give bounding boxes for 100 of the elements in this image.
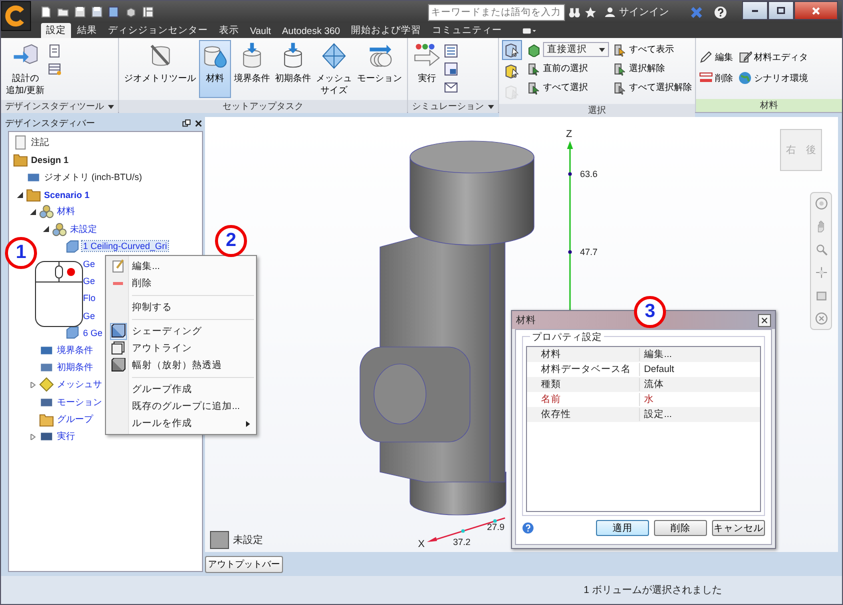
tree-item[interactable]: 実行 [56, 430, 76, 444]
steering-wheel-icon[interactable] [814, 197, 828, 210]
setup-task-button[interactable]: ジオメトリツール [122, 40, 198, 98]
output-bar-button[interactable]: アウトプットバー [205, 556, 283, 572]
open-folder-icon[interactable] [57, 6, 69, 18]
selection-mode-button[interactable] [502, 40, 522, 60]
tree-item[interactable]: 注記 [30, 136, 50, 150]
binoculars-icon[interactable] [568, 6, 581, 18]
property-value[interactable]: 流体 [640, 378, 664, 391]
property-value[interactable]: 設定... [640, 408, 672, 421]
selection-mode-dropdown[interactable]: 直接選択 [543, 42, 609, 57]
ribbon-tab[interactable]: 設定 [41, 23, 71, 38]
search-field[interactable]: キーワードまたは語句を入力 [428, 4, 565, 20]
context-menu-item[interactable]: 既存のグループに追加... [106, 398, 256, 415]
expander-icon[interactable] [30, 208, 36, 215]
run-button[interactable]: 実行 [411, 40, 443, 98]
ribbon-tab[interactable]: 開始および学習 [346, 23, 426, 38]
ribbon-tab[interactable]: Autodesk 360 [276, 25, 346, 38]
star-icon[interactable] [584, 6, 597, 18]
expander-icon[interactable] [17, 192, 23, 198]
selection-command[interactable]: すべて選択解除 [613, 78, 692, 97]
dialog-button[interactable]: 適用 [596, 520, 649, 536]
zoom-icon[interactable] [814, 243, 828, 256]
selection-command[interactable]: 直前の選択 [527, 59, 609, 78]
material-command[interactable]: シナリオ環境 [738, 71, 808, 85]
float-icon[interactable] [182, 119, 191, 128]
context-menu-item[interactable]: アウトライン [106, 340, 256, 357]
minimize-button[interactable] [742, 1, 768, 20]
tree-item[interactable]: モーション [56, 396, 103, 409]
list-icon[interactable] [444, 44, 458, 58]
tree-item[interactable]: グループ [56, 412, 94, 426]
tree-item[interactable]: Flo [82, 293, 97, 304]
dialog-button[interactable]: キャンセル [712, 520, 765, 536]
walk-icon[interactable] [814, 312, 828, 325]
ribbon-tab[interactable]: 結果 [72, 23, 102, 38]
tree-item[interactable]: Ge [82, 310, 96, 321]
tree-item[interactable]: 材料 [56, 205, 76, 218]
selection-command[interactable]: すべて表示 [613, 40, 692, 59]
table-icon[interactable] [48, 62, 62, 76]
dialog-button[interactable]: 削除 [654, 520, 707, 536]
material-command[interactable]: 編集 [699, 50, 733, 64]
x-icon[interactable] [690, 6, 703, 18]
save-icon[interactable] [74, 6, 86, 18]
selection-command[interactable]: すべて選択 [527, 78, 609, 97]
layout-icon[interactable] [142, 6, 154, 18]
property-value[interactable]: 編集... [640, 348, 672, 361]
context-menu-item[interactable]: シェーディング [106, 323, 256, 340]
ribbon-tab[interactable]: 表示 [214, 23, 244, 38]
help-icon[interactable] [714, 6, 727, 18]
cube-icon[interactable] [125, 6, 137, 18]
close-button[interactable] [794, 1, 838, 20]
sign-in-button[interactable]: サインイン [600, 5, 687, 19]
envelope-icon[interactable] [444, 80, 458, 94]
tree-item[interactable]: Design 1 [30, 154, 70, 165]
orbit-icon[interactable] [814, 266, 828, 279]
ribbon-tab[interactable]: コミュニティー [427, 23, 508, 38]
view-icon[interactable] [108, 6, 120, 18]
context-menu-item[interactable]: 削除 [106, 275, 256, 292]
ribbon-tab[interactable]: Vault [245, 25, 276, 38]
setup-task-button[interactable]: 初期条件 [273, 40, 313, 98]
context-menu-item[interactable]: ルールを作成 [106, 415, 256, 432]
material-command[interactable]: 材料エディタ [738, 50, 808, 64]
calculator-icon[interactable] [444, 62, 458, 76]
dropdown-arrow-icon[interactable] [108, 104, 114, 108]
tree-item[interactable]: ジオメトリ (inch-BTU/s) [43, 170, 144, 184]
close-icon[interactable] [194, 119, 203, 128]
maximize-button[interactable] [768, 1, 794, 20]
tree-item[interactable]: 6 Ge [82, 328, 104, 338]
new-file-icon[interactable] [40, 6, 52, 18]
close-button[interactable] [758, 314, 771, 326]
context-menu-item[interactable]: グループ作成 [106, 381, 256, 398]
context-menu-item[interactable]: 幅射（放射）熱透過 [106, 357, 256, 374]
context-menu-item[interactable]: 編集... [106, 258, 256, 275]
tree-item[interactable]: 境界条件 [56, 344, 94, 357]
setup-task-button[interactable]: メッシュ サイズ [314, 40, 354, 98]
save-as-icon[interactable] [91, 6, 103, 18]
tree-item[interactable]: 未設定 [69, 222, 98, 236]
property-value[interactable]: 水 [640, 393, 654, 406]
tree-item[interactable]: メッシュサ [56, 378, 103, 392]
dropdown-arrow-icon[interactable] [488, 104, 494, 108]
tree-item[interactable]: Ge [82, 258, 96, 269]
ribbon-tab[interactable]: ディシジョンセンター [103, 23, 213, 38]
tree-item[interactable]: Ge [82, 276, 96, 286]
user-icon [604, 6, 616, 18]
context-menu-item[interactable]: 抑制する [106, 299, 256, 316]
application-menu-button[interactable] [1, 1, 31, 31]
setup-task-button[interactable]: 境界条件 [232, 40, 272, 98]
setup-task-button[interactable]: 材料 [199, 40, 231, 98]
selection-command[interactable]: 選択解除 [613, 59, 692, 78]
material-command[interactable]: 削除 [699, 71, 733, 85]
tree-item[interactable]: Scenario 1 [43, 190, 91, 200]
look-icon[interactable] [814, 289, 828, 302]
expander-icon[interactable] [43, 226, 49, 232]
document-icon[interactable] [48, 44, 62, 58]
panel-toggle-icon[interactable] [522, 27, 536, 35]
tree-item[interactable]: 1 Ceiling-Curved_Gri [82, 241, 168, 252]
setup-task-button[interactable]: モーション [355, 40, 404, 98]
add-update-design-button[interactable]: 設計の 追加/更新 [4, 40, 47, 98]
tree-item[interactable]: 初期条件 [56, 361, 94, 374]
property-value[interactable]: Default [640, 364, 674, 375]
